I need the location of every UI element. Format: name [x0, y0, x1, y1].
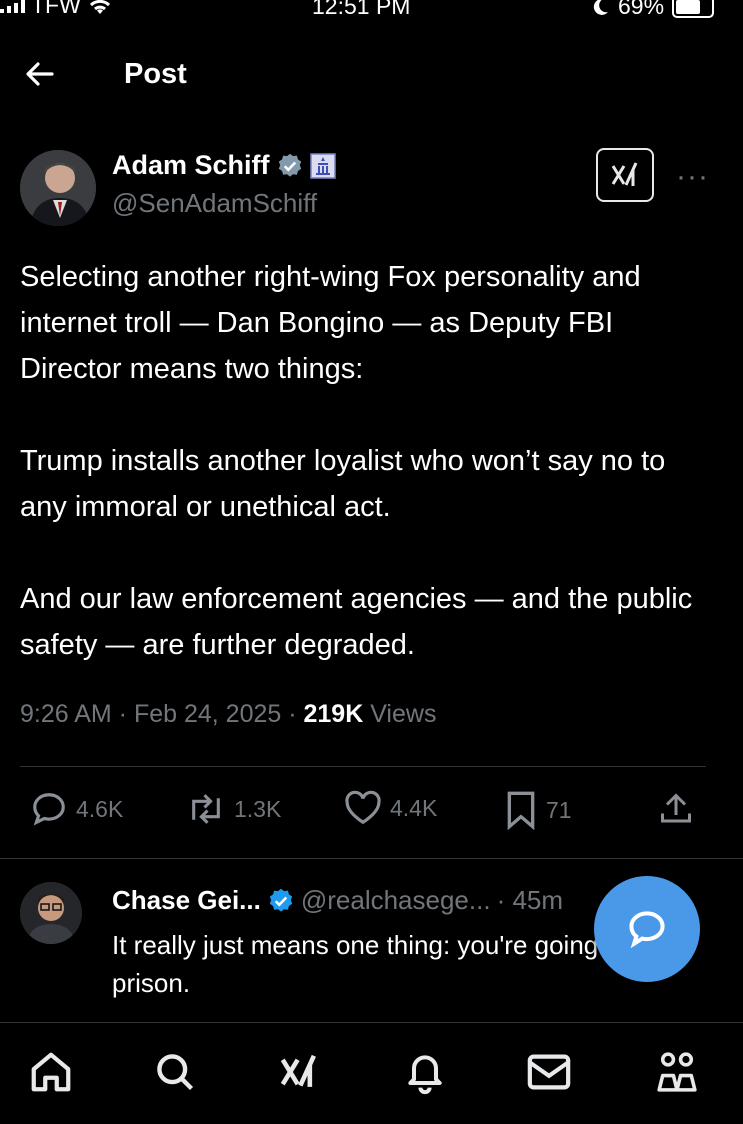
- carrier: TFW: [0, 0, 113, 19]
- nav-grok[interactable]: [274, 1047, 324, 1097]
- action-bar: 4.6K 1.3K 4.4K 71: [0, 790, 743, 838]
- views-count: 219K: [303, 700, 364, 728]
- nav-home[interactable]: [26, 1047, 76, 1097]
- back-arrow-icon[interactable]: [22, 56, 58, 92]
- bottom-nav: [0, 1022, 743, 1124]
- post-meta: 9:26 AM · Feb 24, 2025 · 219K Views: [20, 700, 436, 729]
- signal-icon: [0, 0, 25, 13]
- grok-icon: [280, 1054, 316, 1087]
- grok-icon: [611, 162, 638, 186]
- reply-time: · 45m: [496, 885, 564, 915]
- grok-button[interactable]: [596, 148, 654, 202]
- battery-percent: 69%: [618, 0, 665, 19]
- nav-search[interactable]: [150, 1047, 200, 1097]
- wifi-icon: [89, 0, 110, 14]
- status-time: 12:51 PM: [312, 0, 411, 19]
- search-icon: [157, 1054, 194, 1091]
- repost-icon: [192, 794, 220, 824]
- bookmark-icon: [507, 791, 535, 830]
- verified-badge-icon: [278, 153, 301, 177]
- nav-messages[interactable]: [524, 1047, 574, 1097]
- notifications-icon: [408, 1055, 442, 1095]
- post-paragraph: And our law enforcement agencies — and t…: [20, 583, 693, 661]
- author-handle[interactable]: @SenAdamSchiff: [112, 188, 317, 219]
- bookmark-count: 71: [546, 796, 572, 823]
- divider: [0, 858, 743, 859]
- more-icon[interactable]: ···: [676, 160, 709, 194]
- like-button[interactable]: 4.4K: [344, 790, 437, 826]
- reply-author-handle[interactable]: @realchasege...: [301, 885, 491, 916]
- reply-author-name[interactable]: Chase Gei...: [112, 885, 261, 916]
- government-badge-icon: [309, 152, 336, 179]
- reply-icon: [33, 793, 65, 826]
- home-icon: [31, 1052, 71, 1092]
- status-right: 69%: [590, 0, 715, 20]
- compose-icon: [629, 911, 665, 949]
- communities-icon: [657, 1052, 697, 1092]
- reply-count: 4.6K: [76, 795, 124, 822]
- compose-button[interactable]: [594, 876, 700, 982]
- views-label: Views: [363, 700, 437, 728]
- post-paragraph: Trump installs another loyalist who won’…: [20, 445, 666, 523]
- moon-icon: [593, 0, 608, 15]
- like-icon: [345, 790, 381, 825]
- avatar-image: [20, 882, 82, 944]
- author-avatar[interactable]: [20, 150, 96, 226]
- reply-button[interactable]: 4.6K: [30, 790, 123, 828]
- page-title: Post: [124, 58, 187, 90]
- repost-button[interactable]: 1.3K: [186, 790, 281, 828]
- nav-notifications[interactable]: [400, 1047, 450, 1097]
- author-name-row[interactable]: Adam Schiff: [112, 150, 336, 181]
- battery-icon: [672, 0, 715, 18]
- post-body: Selecting another right-wing Fox persona…: [20, 254, 720, 714]
- reply-header[interactable]: Chase Gei... @realchasege... · 45m: [112, 885, 563, 916]
- avatar-image: [20, 150, 96, 226]
- author-name[interactable]: Adam Schiff: [112, 150, 270, 181]
- messages-icon: [527, 1054, 571, 1090]
- carrier-label: TFW: [31, 0, 81, 18]
- nav-communities[interactable]: [652, 1047, 702, 1097]
- bookmark-button[interactable]: 71: [504, 790, 572, 830]
- divider: [20, 766, 706, 767]
- reply-avatar[interactable]: [20, 882, 82, 944]
- verified-badge-icon: [269, 888, 293, 912]
- post-paragraph: Selecting another right-wing Fox persona…: [20, 261, 641, 385]
- status-bar: TFW 12:51 PM 69%: [0, 0, 743, 28]
- like-count: 4.4K: [390, 794, 438, 821]
- share-button[interactable]: [658, 790, 694, 828]
- share-icon: [661, 793, 691, 823]
- reply-text: It really just means one thing: you're g…: [112, 930, 628, 998]
- repost-count: 1.3K: [234, 795, 282, 822]
- post-timestamp[interactable]: 9:26 AM · Feb 24, 2025 ·: [20, 700, 304, 728]
